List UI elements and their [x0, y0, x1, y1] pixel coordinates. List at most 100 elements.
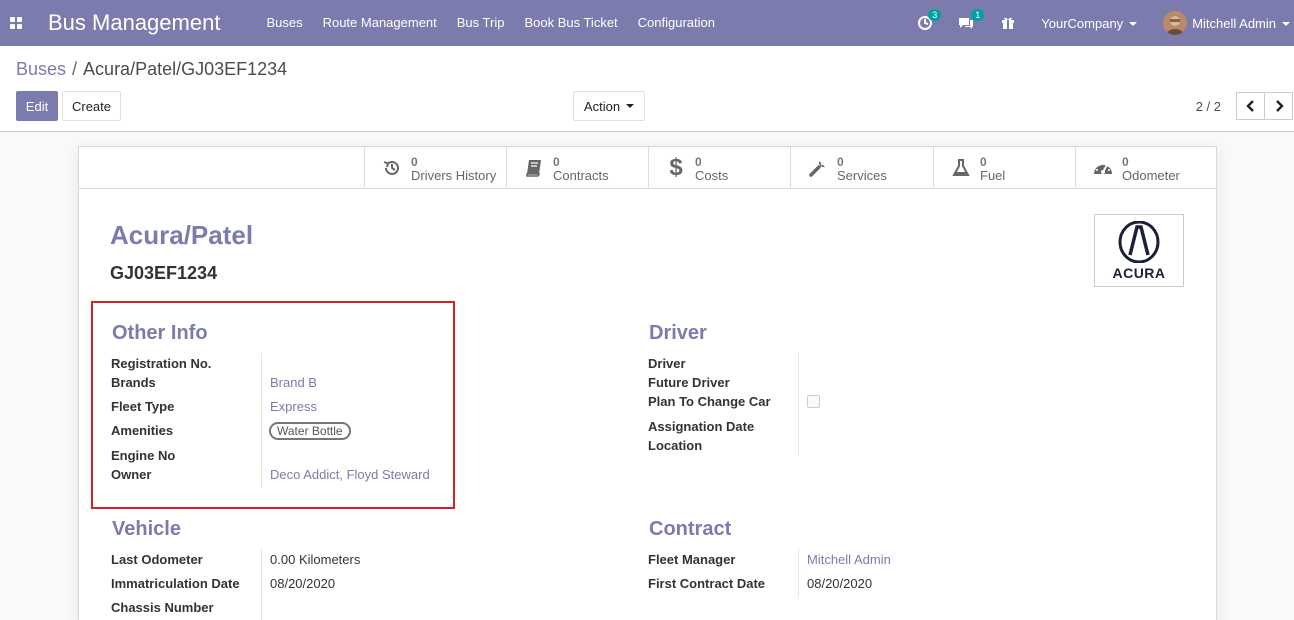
plan-to-change-car-checkbox[interactable] — [807, 395, 820, 408]
owner-value[interactable]: Deco Addict, Floyd Steward — [270, 467, 430, 482]
user-menu[interactable]: Mitchell Admin — [1192, 16, 1290, 31]
menu-route-management[interactable]: Route Management — [313, 0, 447, 46]
divider — [798, 353, 799, 456]
dollar-icon: $ — [669, 154, 683, 181]
fleet-type-label: Fleet Type — [111, 399, 175, 414]
costs-label: Costs — [695, 168, 729, 183]
services-count: 0 — [837, 155, 844, 169]
menu-buses[interactable]: Buses — [256, 0, 312, 46]
acura-logo-icon — [1118, 220, 1160, 263]
activity-menu[interactable]: 3 — [917, 0, 942, 46]
fleet-type-value[interactable]: Express — [270, 399, 317, 414]
chevron-right-icon — [1275, 100, 1284, 112]
location-label: Location — [648, 438, 703, 453]
apps-menu-icon[interactable] — [0, 0, 32, 46]
brands-value[interactable]: Brand B — [270, 375, 317, 390]
amenities-label: Amenities — [111, 423, 174, 438]
gift-menu[interactable] — [1001, 0, 1015, 46]
form-sheet: 0 Drivers History 0 Contracts $ 0 Costs 0 Se… — [78, 146, 1217, 620]
messaging-menu[interactable]: 1 — [957, 0, 985, 46]
flask-icon — [948, 158, 974, 178]
license-plate[interactable]: GJ03EF1234 — [110, 263, 217, 284]
odometer-unit: Kilometers — [298, 552, 361, 567]
contracts-button[interactable]: 0 Contracts — [506, 147, 648, 189]
other-info-title: Other Info — [112, 322, 208, 344]
fleet-manager-label: Fleet Manager — [648, 552, 736, 567]
engine-label: Engine No — [111, 448, 176, 463]
action-label: Action — [583, 98, 621, 114]
drivers-history-count: 0 — [411, 155, 418, 169]
fuel-button[interactable]: 0 Fuel — [933, 147, 1075, 189]
caret-down-icon — [1282, 22, 1290, 27]
drivers-history-button[interactable]: 0 Drivers History — [364, 147, 506, 189]
activity-badge: 3 — [928, 9, 942, 21]
fuel-count: 0 — [980, 155, 987, 169]
logo-text: ACURA — [1112, 264, 1166, 281]
amenities-tag[interactable]: Water Bottle — [269, 422, 351, 440]
breadcrumb: Buses / Acura/Patel/GJ03EF1234 — [16, 59, 287, 80]
future-driver-label: Future Driver — [648, 375, 730, 390]
messages-badge: 1 — [971, 9, 985, 21]
last-odometer-label: Last Odometer — [111, 552, 203, 567]
record-title[interactable]: Acura/Patel — [110, 220, 253, 251]
action-dropdown[interactable]: Action — [573, 91, 645, 121]
menu-bus-trip[interactable]: Bus Trip — [447, 0, 515, 46]
history-icon — [379, 158, 405, 178]
registration-label: Registration No. — [111, 356, 212, 371]
main-menu: Buses Route Management Bus Trip Book Bus… — [256, 0, 725, 46]
company-switcher[interactable]: YourCompany — [1041, 15, 1138, 31]
app-brand[interactable]: Bus Management — [48, 10, 220, 36]
assignation-date-label: Assignation Date — [648, 419, 755, 434]
gift-icon — [1002, 17, 1015, 29]
services-label: Services — [837, 168, 887, 183]
first-contract-date-value[interactable]: 08/20/2020 — [807, 576, 872, 591]
wrench-icon — [805, 158, 831, 178]
costs-count: 0 — [695, 155, 702, 169]
book-icon — [521, 158, 547, 178]
edit-button[interactable]: Edit — [16, 91, 58, 121]
chassis-number-label: Chassis Number — [111, 600, 214, 615]
tachometer-icon — [1090, 159, 1116, 177]
odometer-count: 0 — [1122, 155, 1129, 169]
user-avatar[interactable] — [1163, 11, 1188, 35]
driver-label: Driver — [648, 356, 686, 371]
fuel-label: Fuel — [980, 168, 1006, 183]
create-button[interactable]: Create — [62, 91, 121, 121]
caret-down-icon — [1129, 22, 1138, 27]
menu-book-bus-ticket[interactable]: Book Bus Ticket — [514, 0, 627, 46]
vehicle-title: Vehicle — [112, 518, 181, 540]
user-name: Mitchell Admin — [1192, 15, 1276, 31]
owner-label: Owner — [111, 467, 152, 482]
pager-value[interactable]: 2 / 2 — [1196, 99, 1221, 114]
immatriculation-date-label: Immatriculation Date — [111, 576, 240, 591]
drivers-history-label: Drivers History — [411, 168, 497, 183]
divider — [798, 549, 799, 597]
top-navbar: Bus Management Buses Route Management Bu… — [0, 0, 1294, 46]
services-button[interactable]: 0 Services — [790, 147, 932, 189]
menu-configuration[interactable]: Configuration — [628, 0, 725, 46]
divider — [261, 353, 262, 488]
breadcrumb-separator: / — [72, 59, 78, 79]
odometer-label: Odometer — [1122, 168, 1180, 183]
contract-title: Contract — [649, 518, 732, 540]
odometer-number: 0.00 — [270, 552, 296, 567]
caret-down-icon — [626, 104, 635, 108]
smart-button-box: 0 Drivers History 0 Contracts $ 0 Costs 0 Se… — [79, 147, 1216, 189]
driver-title: Driver — [649, 322, 707, 344]
costs-button[interactable]: $ 0 Costs — [648, 147, 790, 189]
last-odometer-value[interactable]: 0.00 Kilometers — [270, 552, 360, 567]
breadcrumb-current: Acura/Patel/GJ03EF1234 — [83, 59, 288, 79]
immatriculation-date-value[interactable]: 08/20/2020 — [270, 576, 335, 591]
odometer-button[interactable]: 0 Odometer — [1075, 147, 1217, 189]
divider — [261, 549, 262, 620]
pager-next-button[interactable] — [1264, 92, 1293, 120]
first-contract-date-label: First Contract Date — [648, 576, 766, 591]
brand-logo[interactable]: ACURA — [1094, 214, 1184, 287]
company-name: YourCompany — [1041, 15, 1124, 31]
contracts-label: Contracts — [553, 168, 609, 183]
plan-to-change-car-label: Plan To Change Car — [648, 394, 771, 409]
breadcrumb-parent[interactable]: Buses — [16, 59, 66, 79]
fleet-manager-value[interactable]: Mitchell Admin — [807, 552, 891, 567]
contracts-count: 0 — [553, 155, 560, 169]
pager-previous-button[interactable] — [1236, 92, 1265, 120]
